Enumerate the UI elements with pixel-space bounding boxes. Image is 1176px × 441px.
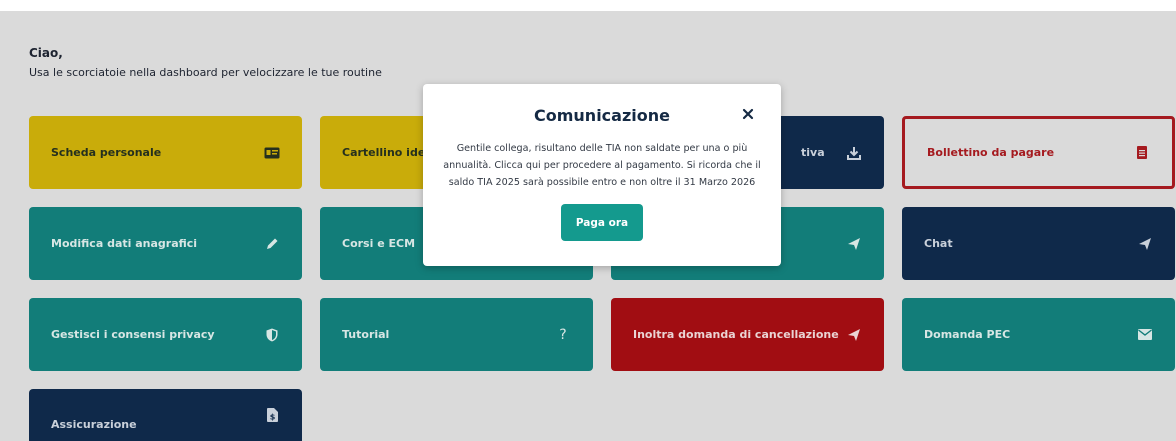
- svg-text:$: $: [269, 413, 275, 422]
- communication-modal: Comunicazione Gentile collega, risultano…: [423, 84, 781, 266]
- file-dollar-icon: $: [264, 407, 280, 423]
- card-consensi-privacy[interactable]: Gestisci i consensi privacy: [29, 298, 302, 371]
- modal-message-line: saldo TIA 2025 sarà possibile entro e no…: [448, 177, 756, 188]
- pay-now-button[interactable]: Paga ora: [561, 204, 643, 241]
- id-card-icon: [264, 145, 280, 161]
- card-modifica-dati[interactable]: Modifica dati anagrafici: [29, 207, 302, 280]
- greeting-text: Ciao,: [29, 46, 63, 60]
- download-icon: [846, 145, 862, 161]
- modal-message[interactable]: Gentile collega, risultano delle TIA non…: [429, 140, 775, 191]
- shield-icon: [264, 327, 280, 343]
- modal-title: Comunicazione: [534, 106, 670, 125]
- envelope-icon: [1137, 327, 1153, 343]
- card-domanda-pec[interactable]: Domanda PEC: [902, 298, 1175, 371]
- card-scheda-personale[interactable]: Scheda personale: [29, 116, 302, 189]
- close-icon[interactable]: [741, 106, 755, 120]
- card-label: Modifica dati anagrafici: [51, 237, 198, 250]
- card-label: Assicurazione: [51, 417, 137, 431]
- card-assicurazione[interactable]: Assicurazione $: [29, 389, 302, 441]
- pencil-icon: [264, 236, 280, 252]
- modal-message-line: annualità. Clicca qui per procedere al p…: [443, 160, 761, 171]
- modal-message-line: Gentile collega, risultano delle TIA non…: [456, 143, 748, 154]
- card-label: Scheda personale: [51, 146, 162, 159]
- card-label: Corsi e ECM: [342, 237, 416, 250]
- send-icon: [846, 327, 862, 343]
- card-label: Gestisci i consensi privacy: [51, 328, 215, 341]
- card-chat[interactable]: Chat: [902, 207, 1175, 280]
- send-icon: [1137, 236, 1153, 252]
- send-icon: [846, 236, 862, 252]
- card-label: Tutorial: [342, 328, 390, 341]
- question-icon: ?: [559, 326, 567, 343]
- card-label: Bollettino da pagare: [927, 146, 1055, 159]
- dashboard-subtitle: Usa le scorciatoie nella dashboard per v…: [29, 66, 382, 79]
- card-label: Domanda PEC: [924, 328, 1011, 341]
- card-label: Chat: [924, 237, 953, 250]
- document-icon: [1134, 145, 1150, 161]
- card-label: Inoltra domanda di cancellazione: [633, 328, 839, 341]
- card-inoltra-cancellazione[interactable]: Inoltra domanda di cancellazione: [611, 298, 884, 371]
- card-bollettino-da-pagare[interactable]: Bollettino da pagare: [902, 116, 1175, 189]
- card-tutorial[interactable]: Tutorial ?: [320, 298, 593, 371]
